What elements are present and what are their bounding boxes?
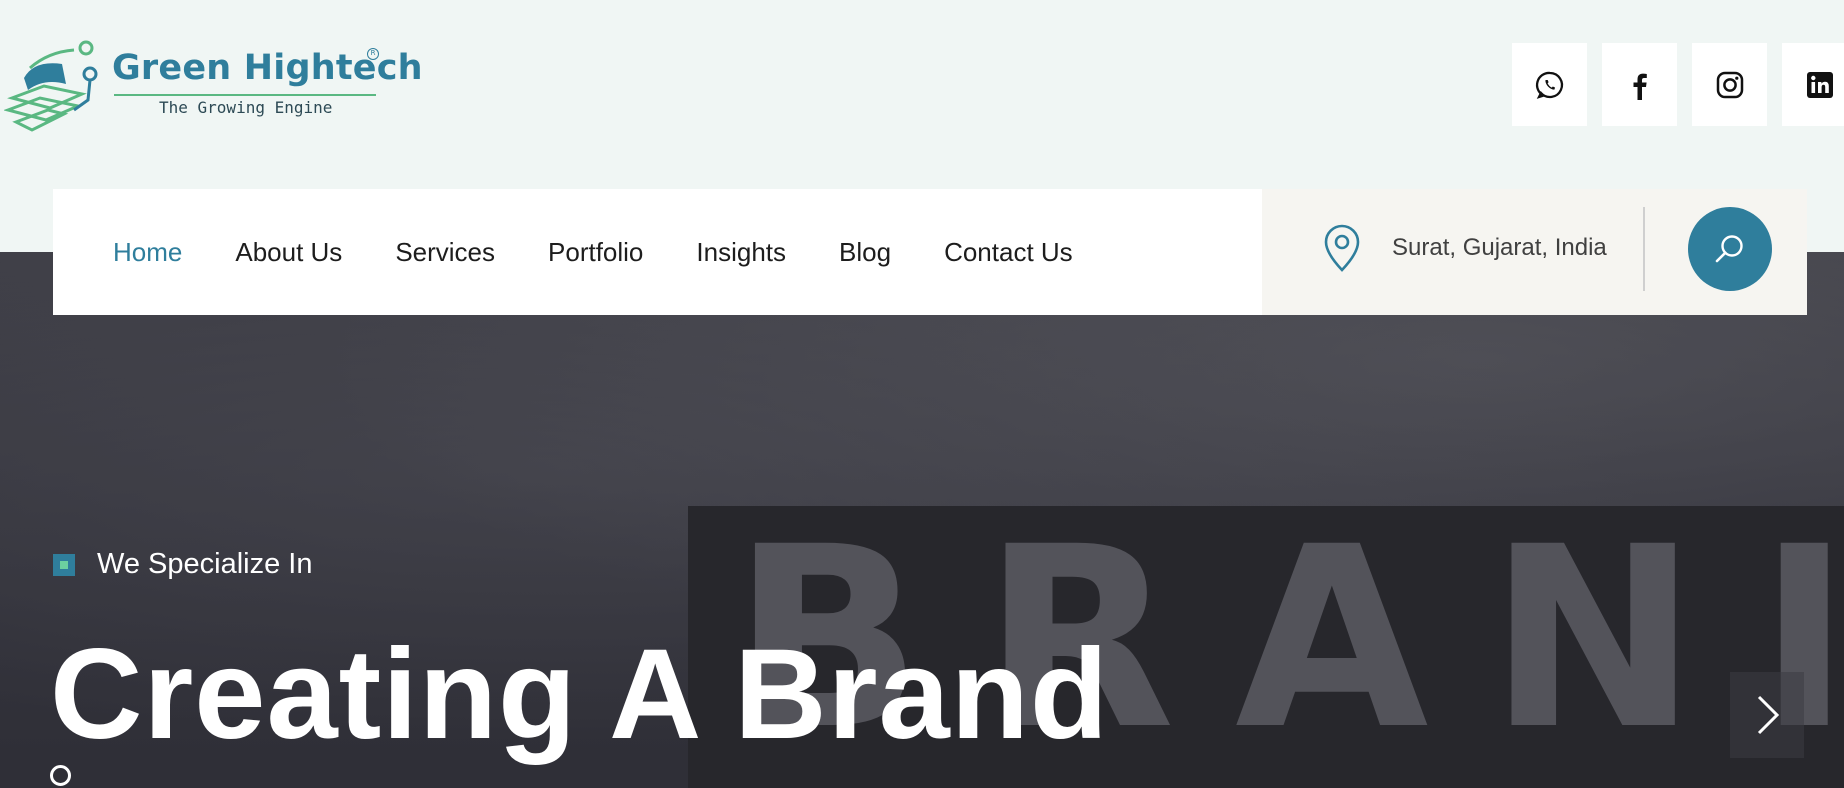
- nav-item-contact-us[interactable]: Contact Us: [944, 237, 1073, 268]
- hero-headline: Creating A Brand: [50, 623, 1110, 766]
- whatsapp-link[interactable]: [1512, 43, 1587, 126]
- location-text: Surat, Gujarat, India: [1392, 234, 1607, 261]
- nav-item-services[interactable]: Services: [395, 237, 495, 268]
- logo-underline: [114, 94, 376, 96]
- slider-dot[interactable]: [50, 765, 71, 786]
- eyebrow-square-icon: [53, 553, 75, 576]
- logo-tagline: The Growing Engine: [159, 98, 333, 117]
- nav-divider: [1643, 207, 1645, 291]
- instagram-link[interactable]: [1692, 43, 1767, 126]
- nav-item-blog[interactable]: Blog: [839, 237, 891, 268]
- brand-logo[interactable]: Green Hightech R The Growing Engine: [4, 38, 423, 133]
- nav-menu: Home About Us Services Portfolio Insight…: [113, 189, 1126, 315]
- instagram-icon: [1716, 71, 1743, 98]
- facebook-icon: [1633, 73, 1647, 100]
- whatsapp-icon: [1535, 71, 1563, 99]
- nav-item-insights[interactable]: Insights: [696, 237, 786, 268]
- hero-eyebrow-text: We Specialize In: [97, 548, 313, 580]
- registered-mark: R: [367, 48, 379, 60]
- linkedin-link[interactable]: [1782, 43, 1844, 126]
- chevron-right-icon: [1757, 695, 1780, 735]
- slider-next-button[interactable]: [1730, 672, 1804, 758]
- nav-item-about-us[interactable]: About Us: [235, 237, 342, 268]
- main-navigation: Home About Us Services Portfolio Insight…: [53, 189, 1807, 315]
- logo-mark-icon: [4, 40, 98, 132]
- nav-utility: Surat, Gujarat, India: [1262, 189, 1807, 315]
- linkedin-icon: [1806, 71, 1833, 98]
- facebook-link[interactable]: [1602, 43, 1677, 126]
- search-icon: [1715, 235, 1743, 263]
- nav-item-home[interactable]: Home: [113, 237, 182, 268]
- hero-eyebrow: We Specialize In: [53, 548, 312, 581]
- map-pin-icon: [1324, 224, 1360, 272]
- search-button[interactable]: [1688, 207, 1772, 291]
- hero-slider: BRANI We Specialize In Creating A Brand: [0, 252, 1844, 788]
- nav-item-portfolio[interactable]: Portfolio: [548, 237, 643, 268]
